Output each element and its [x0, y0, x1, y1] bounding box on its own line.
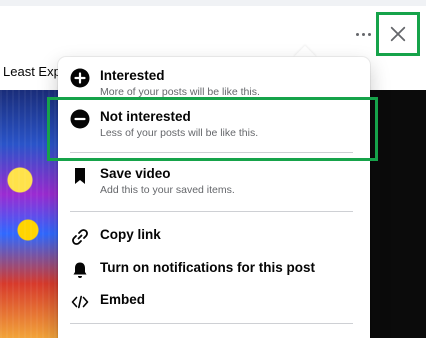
bookmark-icon — [70, 166, 90, 186]
menu-item-copy-link[interactable]: Copy link — [70, 226, 358, 247]
menu-item-description: Less of your posts will be like this. — [100, 127, 259, 139]
more-dot — [355, 32, 359, 36]
menu-item-label: Interested — [100, 68, 165, 83]
menu-item-label: Embed — [100, 292, 146, 307]
post-title-snippet: Least Exp — [3, 64, 61, 79]
more-dot — [367, 32, 371, 36]
menu-item-interested[interactable]: Interested More of your posts will be li… — [70, 67, 358, 99]
menu-divider — [70, 323, 353, 324]
close-button[interactable] — [376, 12, 420, 56]
menu-divider — [70, 152, 353, 153]
menu-item-label: Not interested — [100, 109, 191, 124]
menu-item-label: Save video — [100, 166, 171, 181]
link-icon — [70, 227, 90, 247]
close-icon — [390, 26, 406, 42]
menu-item-not-interested[interactable]: Not interested Less of your posts will b… — [70, 108, 358, 140]
bell-icon — [70, 260, 90, 280]
menu-item-description: Add this to your saved items. — [100, 184, 235, 196]
code-icon — [70, 292, 90, 312]
top-strip — [0, 0, 426, 6]
plus-circle-icon — [70, 68, 90, 88]
menu-item-turn-on-notifications[interactable]: Turn on notifications for this post — [70, 259, 358, 280]
more-options-button[interactable] — [352, 25, 374, 43]
minus-circle-icon — [70, 109, 90, 129]
menu-item-label: Copy link — [100, 227, 161, 242]
more-dot — [361, 32, 365, 36]
menu-item-description: More of your posts will be like this. — [100, 86, 260, 98]
menu-divider — [70, 211, 353, 212]
menu-item-save-video[interactable]: Save video Add this to your saved items. — [70, 165, 358, 197]
menu-item-label: Turn on notifications for this post — [100, 260, 315, 275]
menu-item-embed[interactable]: Embed — [70, 291, 358, 312]
options-menu: Interested More of your posts will be li… — [58, 57, 370, 338]
